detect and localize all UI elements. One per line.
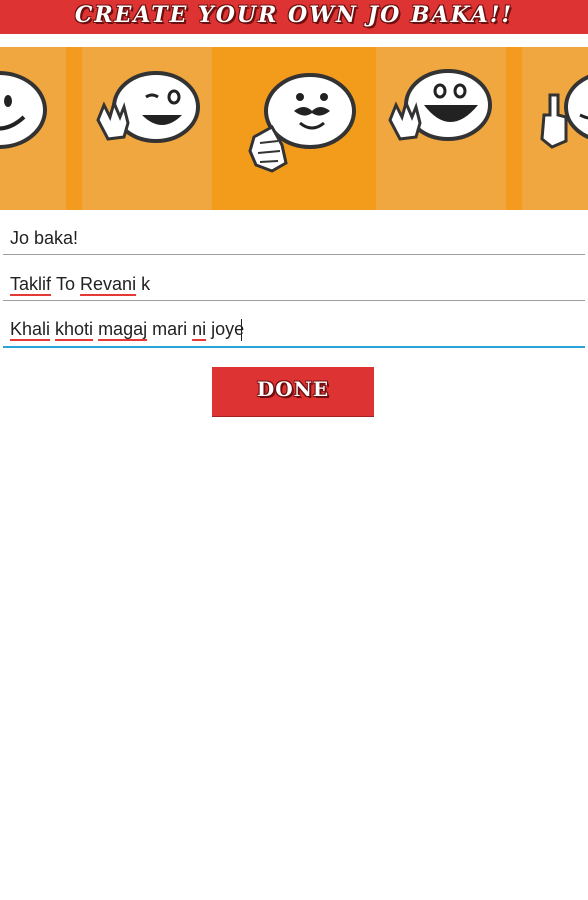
misspelled-word: khoti xyxy=(55,318,94,339)
mustache-thumbs-up-face-icon xyxy=(248,73,356,173)
banner-title: CREATE YOUR OWN JO BAKA!! xyxy=(74,2,514,28)
middle-finger-face-icon xyxy=(540,74,588,149)
line-3-field[interactable]: Khali khoti magaj mari ni joye xyxy=(3,306,585,348)
line-1-field[interactable]: Jo baka! xyxy=(3,214,585,255)
word: joye xyxy=(211,318,245,339)
misspelled-word: Revani xyxy=(80,274,137,294)
line-3-text: Khali khoti magaj mari ni joye xyxy=(10,318,245,341)
misspelled-word: ni xyxy=(192,318,207,339)
waving-winking-face-icon xyxy=(96,71,200,143)
misspelled-word: Khali xyxy=(10,318,51,339)
tile-separator xyxy=(506,47,522,210)
done-button-label: DONE xyxy=(256,377,330,401)
line-2-field[interactable]: Taklif To Revani k xyxy=(3,260,585,301)
line-2-text: Taklif To Revani k xyxy=(10,274,150,295)
word: k xyxy=(141,274,151,294)
emoji-tile-4[interactable] xyxy=(376,47,506,210)
tile-separator xyxy=(66,47,82,210)
misspelled-word: Taklif xyxy=(10,274,52,294)
emoji-tile-3[interactable] xyxy=(212,47,376,210)
line-1-text: Jo baka! xyxy=(10,228,79,248)
emoji-tile-2[interactable] xyxy=(82,47,212,210)
done-button[interactable]: DONE xyxy=(212,367,374,416)
word: mari xyxy=(152,318,188,339)
emoji-tile-1[interactable] xyxy=(0,47,66,210)
smiling-face-icon xyxy=(0,71,47,149)
emoji-tile-5[interactable] xyxy=(522,47,588,210)
emoji-strip[interactable] xyxy=(0,47,588,210)
text-cursor xyxy=(241,319,243,341)
laughing-waving-face-icon xyxy=(388,69,492,141)
app-banner: CREATE YOUR OWN JO BAKA!! xyxy=(0,0,588,34)
misspelled-word: magaj xyxy=(98,318,148,339)
word: To xyxy=(56,274,76,294)
